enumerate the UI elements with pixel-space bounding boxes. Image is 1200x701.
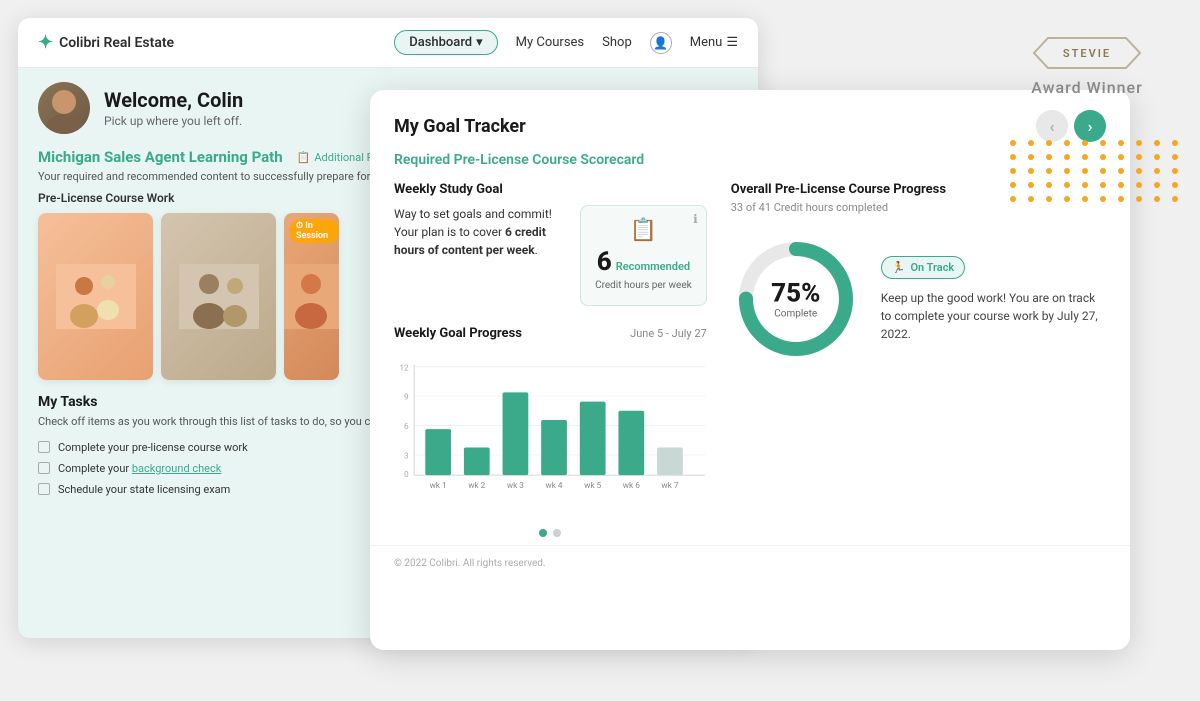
svg-text:STEVIE: STEVIE: [1063, 47, 1111, 60]
svg-text:wk 6: wk 6: [623, 481, 640, 491]
pagination-dots: [394, 529, 707, 537]
overall-progress-sub: 33 of 41 Credit hours completed: [731, 201, 1106, 214]
donut-percent: 75%: [771, 279, 820, 309]
footer: © 2022 Colibri. All rights reserved.: [370, 545, 1130, 581]
weekly-goal-box: ℹ 📋 6 Recommended Credit hours per week: [580, 205, 707, 306]
nav-menu[interactable]: Menu ☰: [690, 35, 738, 50]
svg-text:wk 1: wk 1: [430, 481, 447, 491]
svg-text:6: 6: [404, 422, 409, 432]
donut-text: 75% Complete: [771, 279, 820, 320]
nav-dashboard-button[interactable]: Dashboard ▾: [394, 30, 497, 55]
welcome-text: Welcome, Colin Pick up where you left of…: [104, 88, 243, 128]
weekly-study-body: Way to set goals and commit! Your plan i…: [394, 205, 707, 306]
background-check-link[interactable]: background check: [132, 462, 222, 475]
user-icon[interactable]: 👤: [650, 32, 672, 54]
weekly-progress-title: Weekly Goal Progress: [394, 326, 522, 341]
weekly-progress-header: Weekly Goal Progress June 5 - July 27: [394, 326, 707, 341]
learning-path-title: Michigan Sales Agent Learning Path: [38, 148, 283, 166]
info-icon: ℹ: [693, 212, 698, 226]
svg-text:wk 2: wk 2: [468, 481, 485, 491]
course-card-1[interactable]: Introductory Course 30 Minutes Complete …: [38, 213, 153, 380]
right-column: Overall Pre-License Course Progress 33 o…: [731, 182, 1106, 537]
credit-hours-label: Credit hours per week: [595, 279, 692, 293]
nav-my-courses[interactable]: My Courses: [516, 35, 585, 50]
donut-complete-label: Complete: [771, 309, 820, 320]
svg-text:3: 3: [404, 452, 409, 462]
course-image-3: ⏱ In Session: [284, 213, 339, 380]
task-text-1: Complete your pre-license course work: [58, 441, 248, 454]
tasks-title: My Tasks: [38, 394, 97, 410]
award-card: STEVIE Award Winner: [992, 18, 1182, 113]
main-nav: ✦ Colibri Real Estate Dashboard ▾ My Cou…: [18, 18, 758, 68]
progress-status: 🏃 On Track Keep up the good work! You ar…: [881, 256, 1106, 343]
dots-decoration: [1010, 140, 1182, 202]
avatar: [38, 82, 90, 134]
svg-text:12: 12: [399, 363, 409, 373]
welcome-subtitle: Pick up where you left off.: [104, 114, 243, 128]
logo-text: Colibri Real Estate: [59, 35, 174, 51]
donut-chart: 75% Complete: [731, 234, 861, 364]
nav-links: Dashboard ▾ My Courses Shop 👤 Menu ☰: [394, 30, 738, 55]
course-image-1: [38, 213, 153, 380]
runner-icon: 🏃: [892, 261, 906, 274]
task-text-2: Complete your background check: [58, 462, 221, 475]
logo: ✦ Colibri Real Estate: [38, 32, 174, 53]
weekly-progress-section: Weekly Goal Progress June 5 - July 27 12…: [394, 326, 707, 511]
svg-text:0: 0: [404, 470, 409, 480]
logo-icon: ✦: [38, 32, 53, 53]
document-icon: 📋: [595, 218, 692, 243]
course-image-2: [161, 213, 276, 380]
welcome-greeting: Welcome, Colin: [104, 88, 243, 112]
chevron-down-icon: ▾: [476, 35, 483, 50]
task-text-3: Schedule your state licensing exam: [58, 483, 230, 496]
menu-icon: ☰: [726, 35, 738, 50]
resource-icon: 📋: [297, 151, 311, 164]
goal-number: 6 Recommended: [595, 247, 692, 277]
award-winner-text: Award Winner: [1008, 78, 1166, 97]
course-card-3[interactable]: ⏱ In Session Ins Off: [284, 213, 339, 380]
goal-tracker-title: My Goal Tracker: [394, 116, 526, 137]
next-arrow-button[interactable]: ›: [1074, 110, 1106, 142]
nav-shop[interactable]: Shop: [602, 35, 632, 50]
svg-text:wk 5: wk 5: [584, 481, 601, 491]
goal-content: Weekly Study Goal Way to set goals and c…: [370, 182, 1130, 537]
weekly-progress-dates: June 5 - July 27: [630, 327, 707, 340]
on-track-text: Keep up the good work! You are on track …: [881, 289, 1106, 343]
bar-chart: 12 9 6 3 0: [394, 351, 707, 511]
weekly-study-text: Way to set goals and commit! Your plan i…: [394, 205, 566, 259]
task-checkbox-1[interactable]: [38, 441, 50, 453]
left-column: Weekly Study Goal Way to set goals and c…: [394, 182, 707, 537]
course-card-2[interactable]: Michigan Real Estate Course 41 Hours ⭐ 4…: [161, 213, 276, 380]
svg-text:wk 4: wk 4: [545, 481, 562, 491]
dot-2[interactable]: [553, 529, 561, 537]
in-session-badge: ⏱ In Session: [290, 219, 339, 243]
svg-text:wk 7: wk 7: [661, 481, 678, 491]
dot-1[interactable]: [539, 529, 547, 537]
task-checkbox-2[interactable]: [38, 462, 50, 474]
prev-arrow-button[interactable]: ‹: [1036, 110, 1068, 142]
award-logo: STEVIE: [1008, 34, 1166, 72]
on-track-badge: 🏃 On Track: [881, 256, 966, 279]
weekly-study-section: Weekly Study Goal Way to set goals and c…: [394, 182, 707, 306]
svg-text:9: 9: [404, 393, 409, 403]
svg-text:wk 3: wk 3: [507, 481, 524, 491]
donut-container: 75% Complete 🏃 On Track Keep up the good…: [731, 234, 1106, 364]
weekly-study-title: Weekly Study Goal: [394, 182, 707, 197]
chart-area: 12 9 6 3 0: [394, 351, 707, 511]
task-checkbox-3[interactable]: [38, 483, 50, 495]
